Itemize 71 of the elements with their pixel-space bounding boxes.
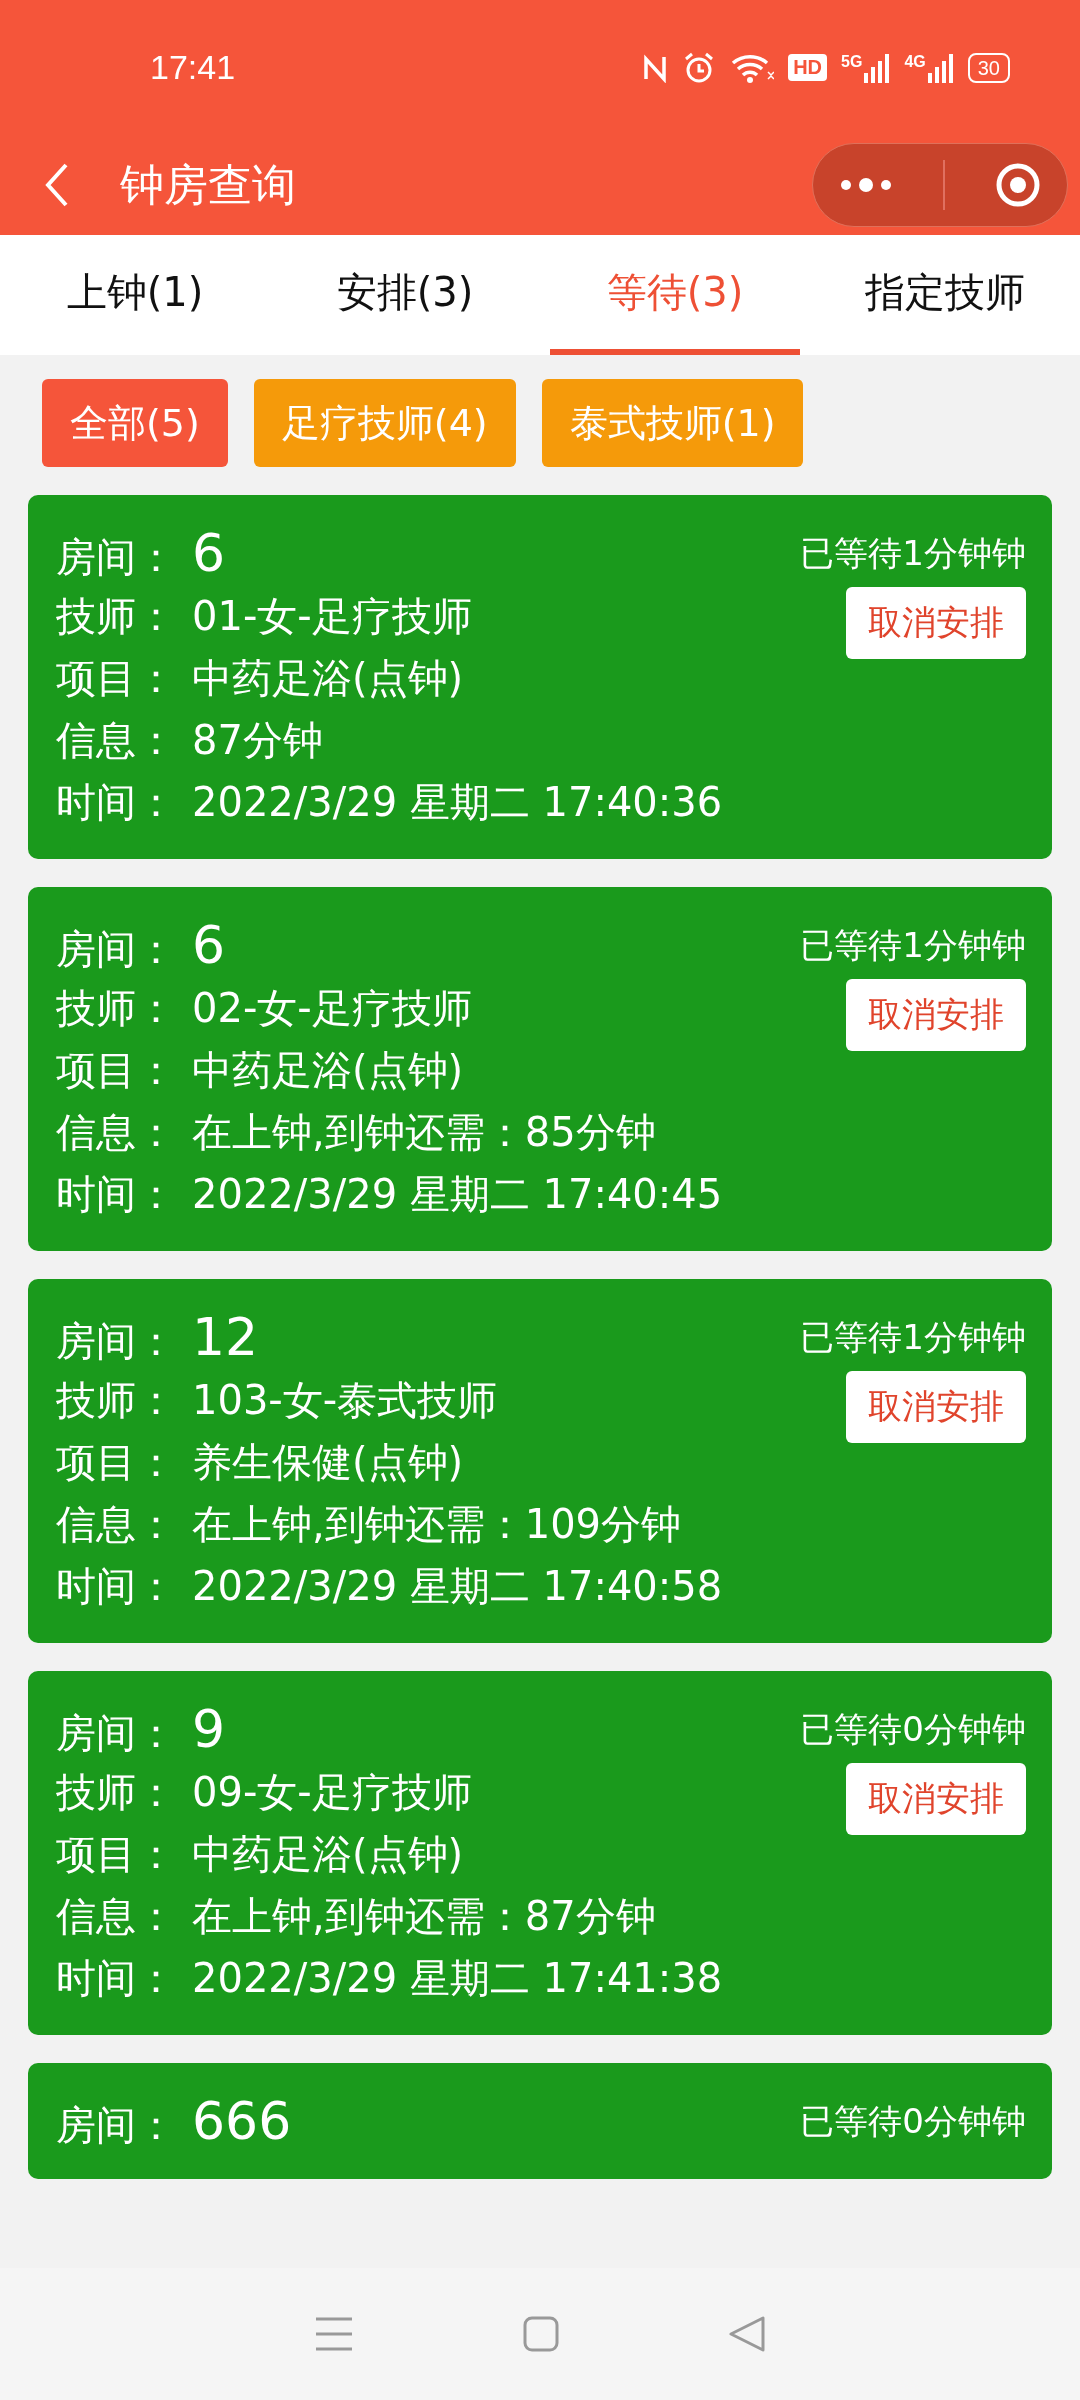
field-value: 02-女-足疗技师 <box>192 984 472 1033</box>
room-number: 6 <box>192 523 226 583</box>
wait-time: 已等待0分钟钟 <box>800 1708 1026 1751</box>
cancel-button[interactable]: 取消安排 <box>846 1371 1026 1443</box>
field-label: 技师： <box>56 1768 177 1817</box>
field-value: 2022/3/29 星期二 17:40:36 <box>192 778 723 827</box>
wait-time: 已等待0分钟钟 <box>800 2100 1026 2143</box>
field-value: 87分钟 <box>192 716 323 765</box>
field-value: 中药足浴(点钟) <box>192 1830 464 1879</box>
tab[interactable]: 上钟(1) <box>10 235 260 355</box>
field-label: 项目： <box>56 1046 177 1095</box>
field-value: 2022/3/29 星期二 17:40:58 <box>192 1562 723 1611</box>
field-label: 信息： <box>56 1108 177 1157</box>
field-value: 2022/3/29 星期二 17:40:45 <box>192 1170 723 1219</box>
field-value: 09-女-足疗技师 <box>192 1768 472 1817</box>
clock-time: 17:41 <box>150 48 236 87</box>
field-label: 房间： <box>56 1709 177 1758</box>
field-value: 在上钟,到钟还需：109分钟 <box>192 1500 682 1549</box>
tab[interactable]: 等待(3) <box>550 235 800 355</box>
field-value: 在上钟,到钟还需：87分钟 <box>192 1892 656 1941</box>
tab[interactable]: 指定技师 <box>820 235 1070 355</box>
field-label: 信息： <box>56 1500 177 1549</box>
network-label: 4G <box>904 52 926 71</box>
menu-icon[interactable] <box>314 2316 355 2352</box>
field-label: 技师： <box>56 592 177 641</box>
cancel-button[interactable]: 取消安排 <box>846 979 1026 1051</box>
field-label: 技师： <box>56 984 177 1033</box>
cancel-button[interactable]: 取消安排 <box>846 587 1026 659</box>
field-label: 房间： <box>56 2101 177 2150</box>
field-value: 2022/3/29 星期二 17:41:38 <box>192 1954 723 2003</box>
field-label: 项目： <box>56 1438 177 1487</box>
field-label: 房间： <box>56 1317 177 1366</box>
nfc-icon <box>642 52 669 83</box>
wait-time: 已等待1分钟钟 <box>800 924 1026 967</box>
field-value: 01-女-足疗技师 <box>192 592 472 641</box>
field-label: 技师： <box>56 1376 177 1425</box>
field-value: 103-女-泰式技师 <box>192 1376 498 1425</box>
room-number: 6 <box>192 915 226 975</box>
field-value: 中药足浴(点钟) <box>192 654 464 703</box>
field-label: 房间： <box>56 925 177 974</box>
filter-button[interactable]: 泰式技师(1) <box>541 379 804 467</box>
signal-icon <box>864 52 891 83</box>
signal-icon <box>927 52 954 83</box>
field-label: 时间： <box>56 1170 177 1219</box>
battery-icon: 30 <box>967 52 1010 83</box>
field-label: 时间： <box>56 778 177 827</box>
field-label: 项目： <box>56 654 177 703</box>
field-label: 项目： <box>56 1830 177 1879</box>
wait-time: 已等待1分钟钟 <box>800 532 1026 575</box>
wait-time: 已等待1分钟钟 <box>800 1316 1026 1359</box>
field-label: 信息： <box>56 1892 177 1941</box>
hd-badge: HD <box>788 54 828 81</box>
field-label: 信息： <box>56 716 177 765</box>
filter-button[interactable]: 全部(5) <box>42 379 228 467</box>
field-label: 时间： <box>56 1954 177 2003</box>
page-title: 钟房查询 <box>120 157 297 212</box>
field-value: 养生保健(点钟) <box>192 1438 464 1487</box>
field-label: 时间： <box>56 1562 177 1611</box>
cancel-button[interactable]: 取消安排 <box>846 1763 1026 1835</box>
home-icon[interactable] <box>523 2316 559 2352</box>
field-value: 中药足浴(点钟) <box>192 1046 464 1095</box>
room-number: 666 <box>192 2091 292 2151</box>
filter-button[interactable]: 足疗技师(4) <box>253 379 516 467</box>
tab[interactable]: 安排(3) <box>280 235 530 355</box>
network-label: 5G <box>841 52 863 71</box>
back-icon[interactable] <box>44 162 70 208</box>
back-triangle-icon[interactable] <box>727 2315 766 2353</box>
field-label: 房间： <box>56 533 177 582</box>
room-number: 9 <box>192 1699 226 1759</box>
room-number: 12 <box>192 1307 259 1367</box>
field-value: 在上钟,到钟还需：85分钟 <box>192 1108 656 1157</box>
